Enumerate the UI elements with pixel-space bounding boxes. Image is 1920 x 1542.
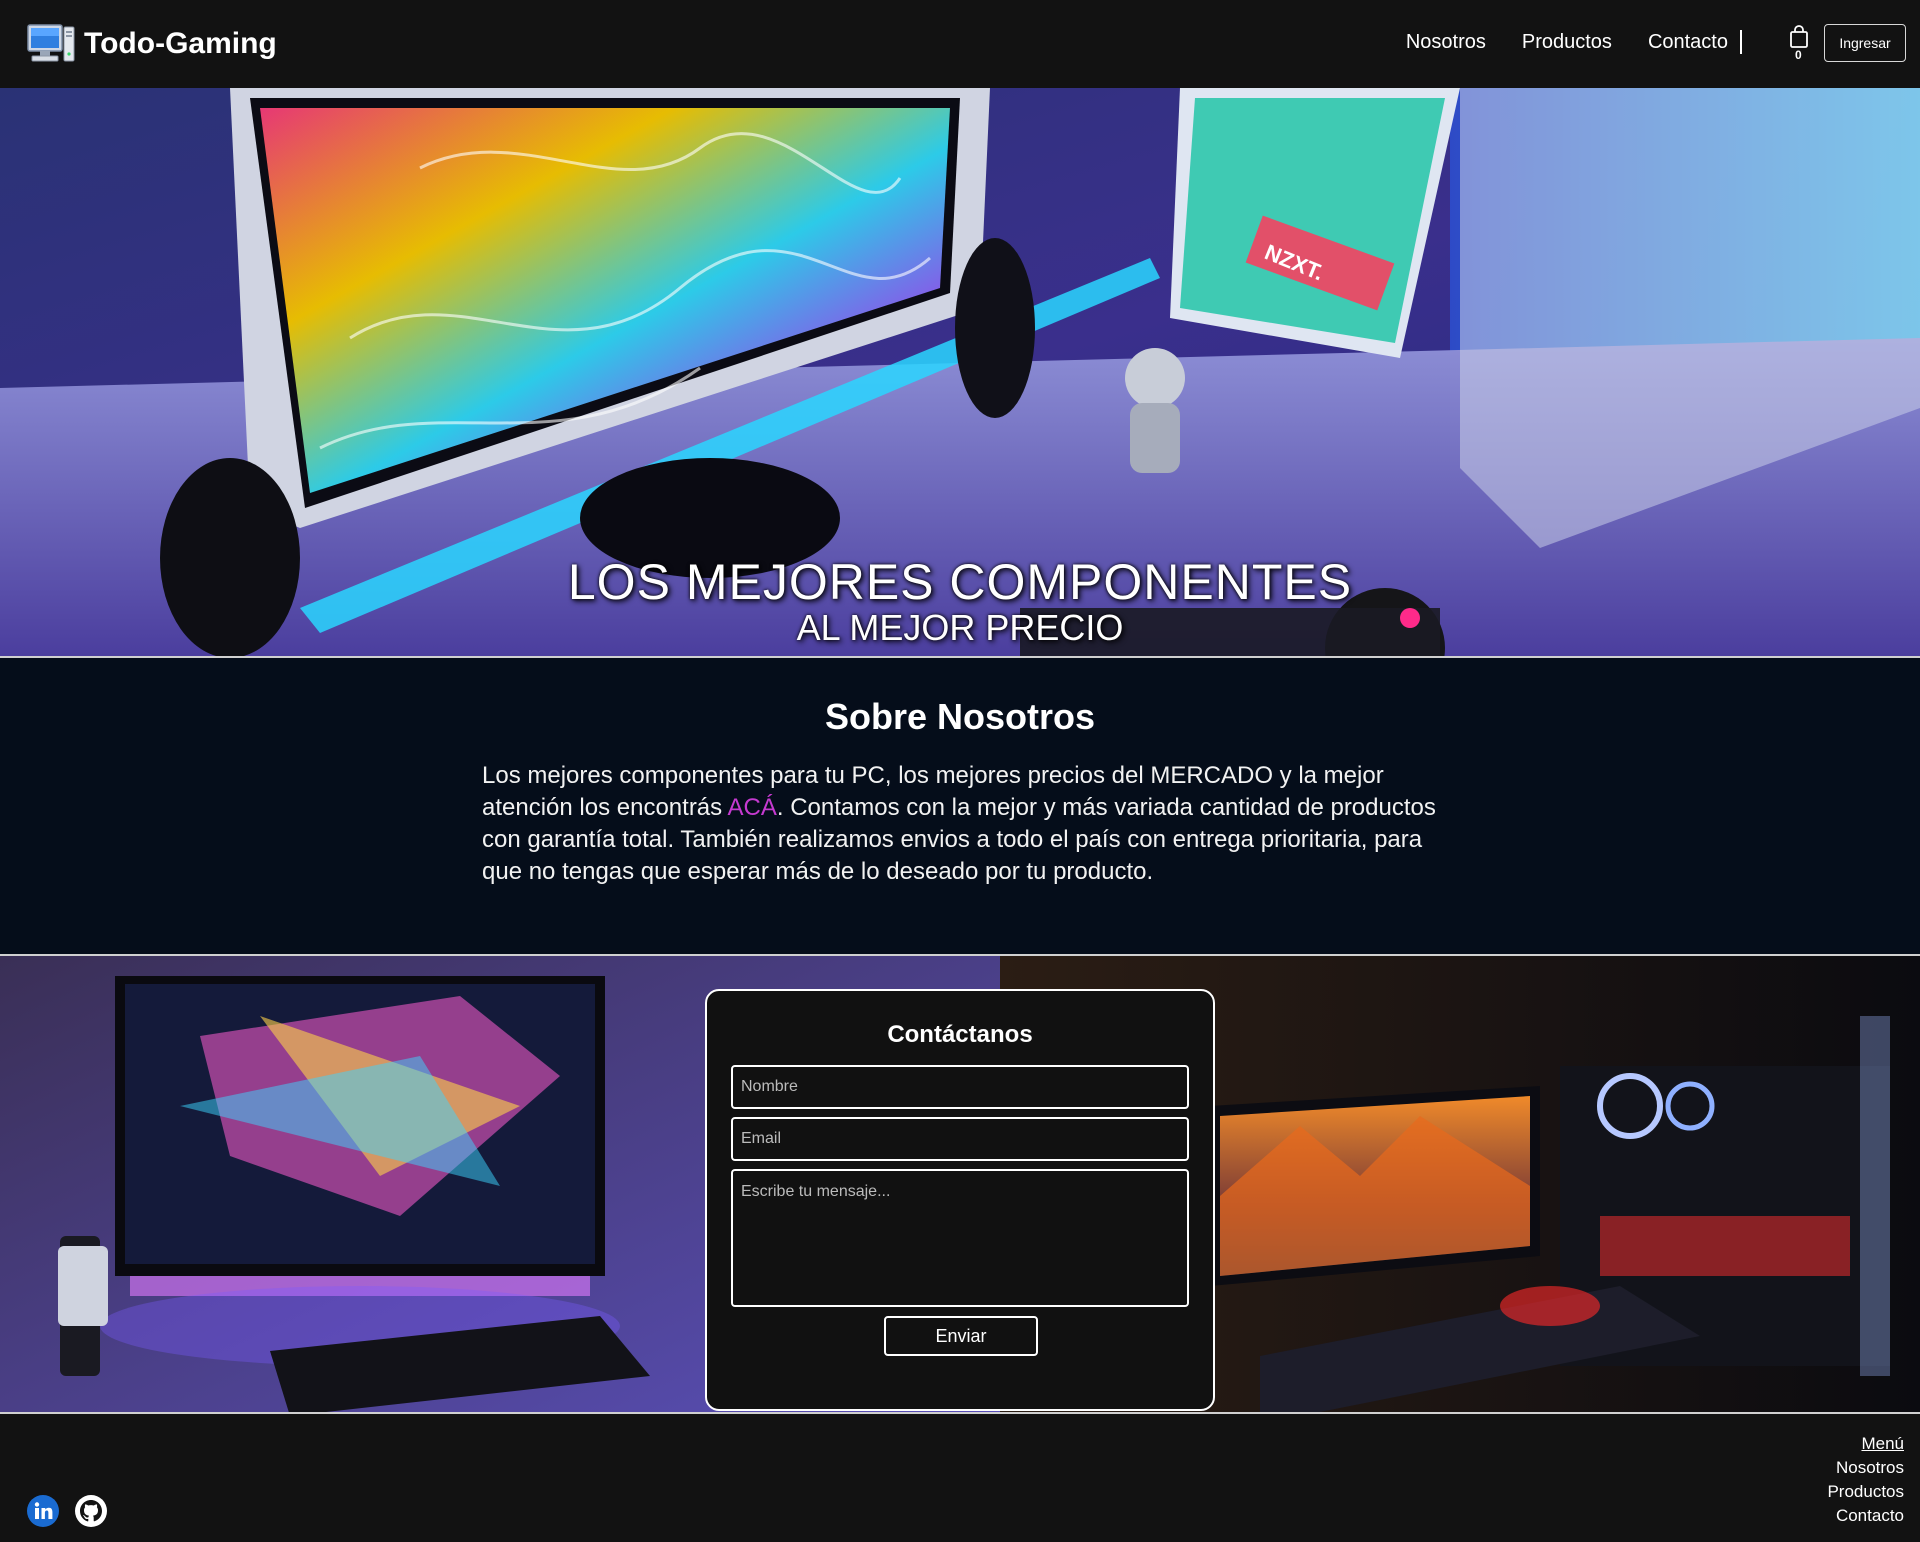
github-icon[interactable] xyxy=(74,1494,108,1528)
nav-divider xyxy=(1740,30,1742,54)
contact-title: Contáctanos xyxy=(887,1021,1033,1048)
hero-subtitle: AL MEJOR PRECIO xyxy=(796,607,1124,648)
login-button[interactable]: Ingresar xyxy=(1824,24,1906,62)
message-textarea[interactable] xyxy=(731,1169,1189,1307)
send-button[interactable]: Enviar xyxy=(884,1316,1038,1356)
nav-link-contacto[interactable]: Contacto xyxy=(1648,31,1728,54)
contact-section: Contáctanos Enviar xyxy=(0,956,1920,1412)
hero-title: LOS MEJORES COMPONENTES xyxy=(567,554,1353,610)
about-title: Sobre Nosotros xyxy=(824,696,1096,737)
footer-link-nosotros[interactable]: Nosotros xyxy=(1827,1456,1904,1480)
about-section: Sobre Nosotros Los mejores componentes p… xyxy=(0,658,1920,954)
name-input[interactable] xyxy=(731,1065,1189,1109)
shopping-bag-icon xyxy=(1790,25,1808,48)
brand-logo-link[interactable]: Todo-Gaming xyxy=(26,22,277,66)
nav-link-productos[interactable]: Productos xyxy=(1522,31,1612,54)
email-input[interactable] xyxy=(731,1117,1189,1161)
cart-count: 0 xyxy=(1795,48,1802,62)
social-links xyxy=(26,1494,108,1528)
computer-icon xyxy=(27,24,75,62)
brand-name: Todo-Gaming xyxy=(84,27,277,60)
footer-link-contacto[interactable]: Contacto xyxy=(1827,1504,1904,1528)
hero-banner: NZXT. LOS MEJORES COMPONENTES AL MEJOR P… xyxy=(0,88,1920,656)
footer-link-productos[interactable]: Productos xyxy=(1827,1480,1904,1504)
linkedin-icon[interactable] xyxy=(26,1494,60,1528)
about-link-aca[interactable]: ACÁ xyxy=(728,794,777,821)
cart-button[interactable]: 0 xyxy=(1786,24,1812,64)
about-text: Los mejores componentes para tu PC, los … xyxy=(482,760,1442,888)
footer: Menú Nosotros Productos Contacto xyxy=(0,1414,1920,1542)
footer-menu-title[interactable]: Menú xyxy=(1827,1432,1904,1456)
main-nav: Nosotros Productos Contacto xyxy=(1370,30,1742,54)
contact-form: Contáctanos Enviar xyxy=(705,989,1215,1411)
nav-link-nosotros[interactable]: Nosotros xyxy=(1406,31,1486,54)
navbar: Todo-Gaming Nosotros Productos Contacto … xyxy=(0,0,1920,88)
footer-menu: Menú Nosotros Productos Contacto xyxy=(1827,1432,1904,1528)
